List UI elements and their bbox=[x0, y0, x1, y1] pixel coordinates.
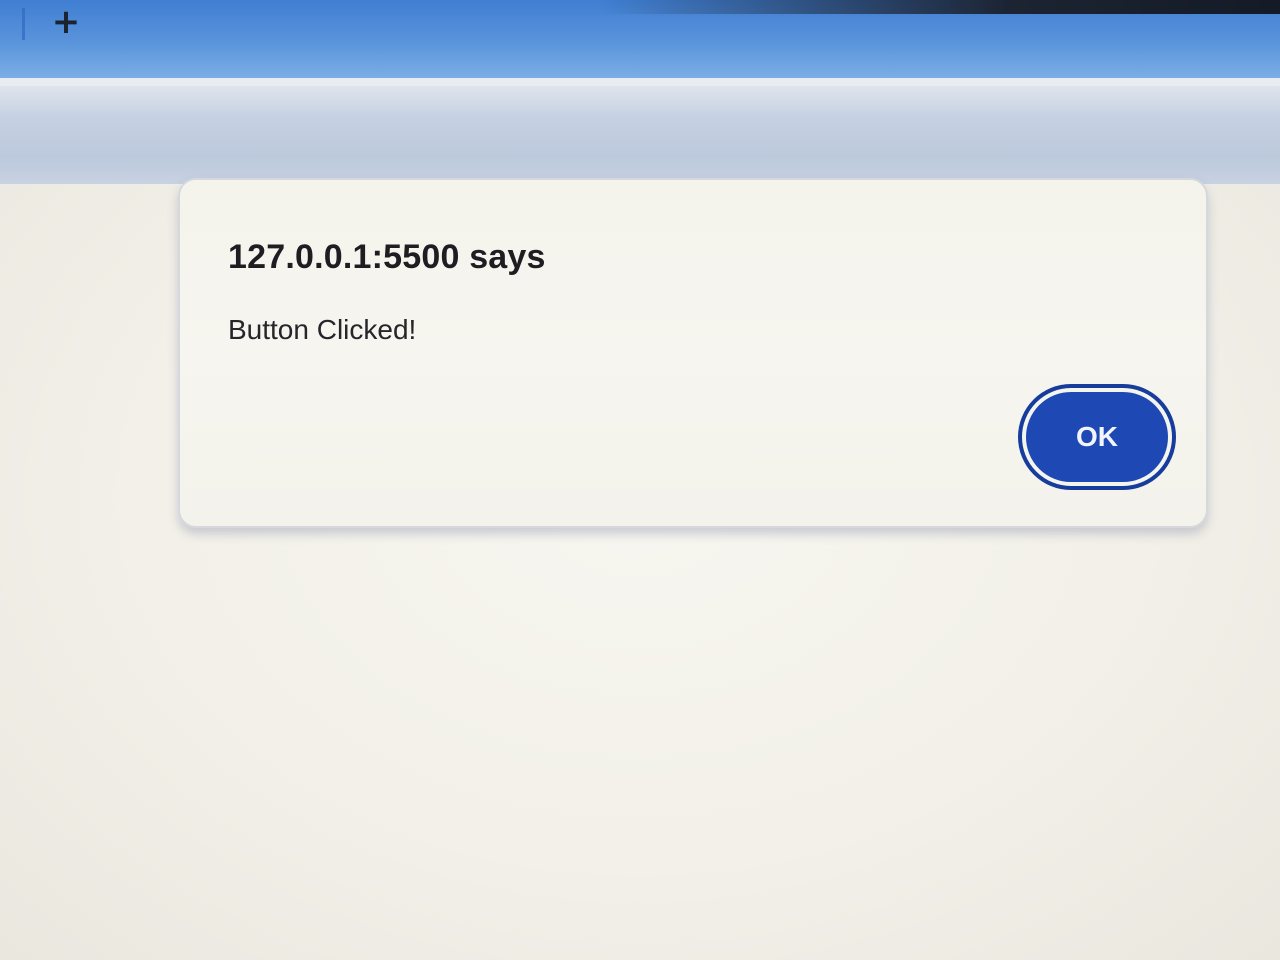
ok-button[interactable]: OK bbox=[1022, 388, 1172, 486]
alert-message: Button Clicked! bbox=[228, 314, 417, 345]
browser-toolbar bbox=[0, 78, 1280, 188]
alert-dialog: 127.0.0.1:5500 says Button Clicked! OK bbox=[178, 178, 1208, 528]
tab-strip-edge bbox=[600, 0, 1280, 14]
tab-divider bbox=[22, 8, 25, 40]
browser-tab-strip: + bbox=[0, 0, 1280, 78]
alert-title: 127.0.0.1:5500 says bbox=[228, 238, 546, 276]
new-tab-button[interactable]: + bbox=[46, 2, 86, 42]
plus-icon: + bbox=[51, 2, 81, 42]
